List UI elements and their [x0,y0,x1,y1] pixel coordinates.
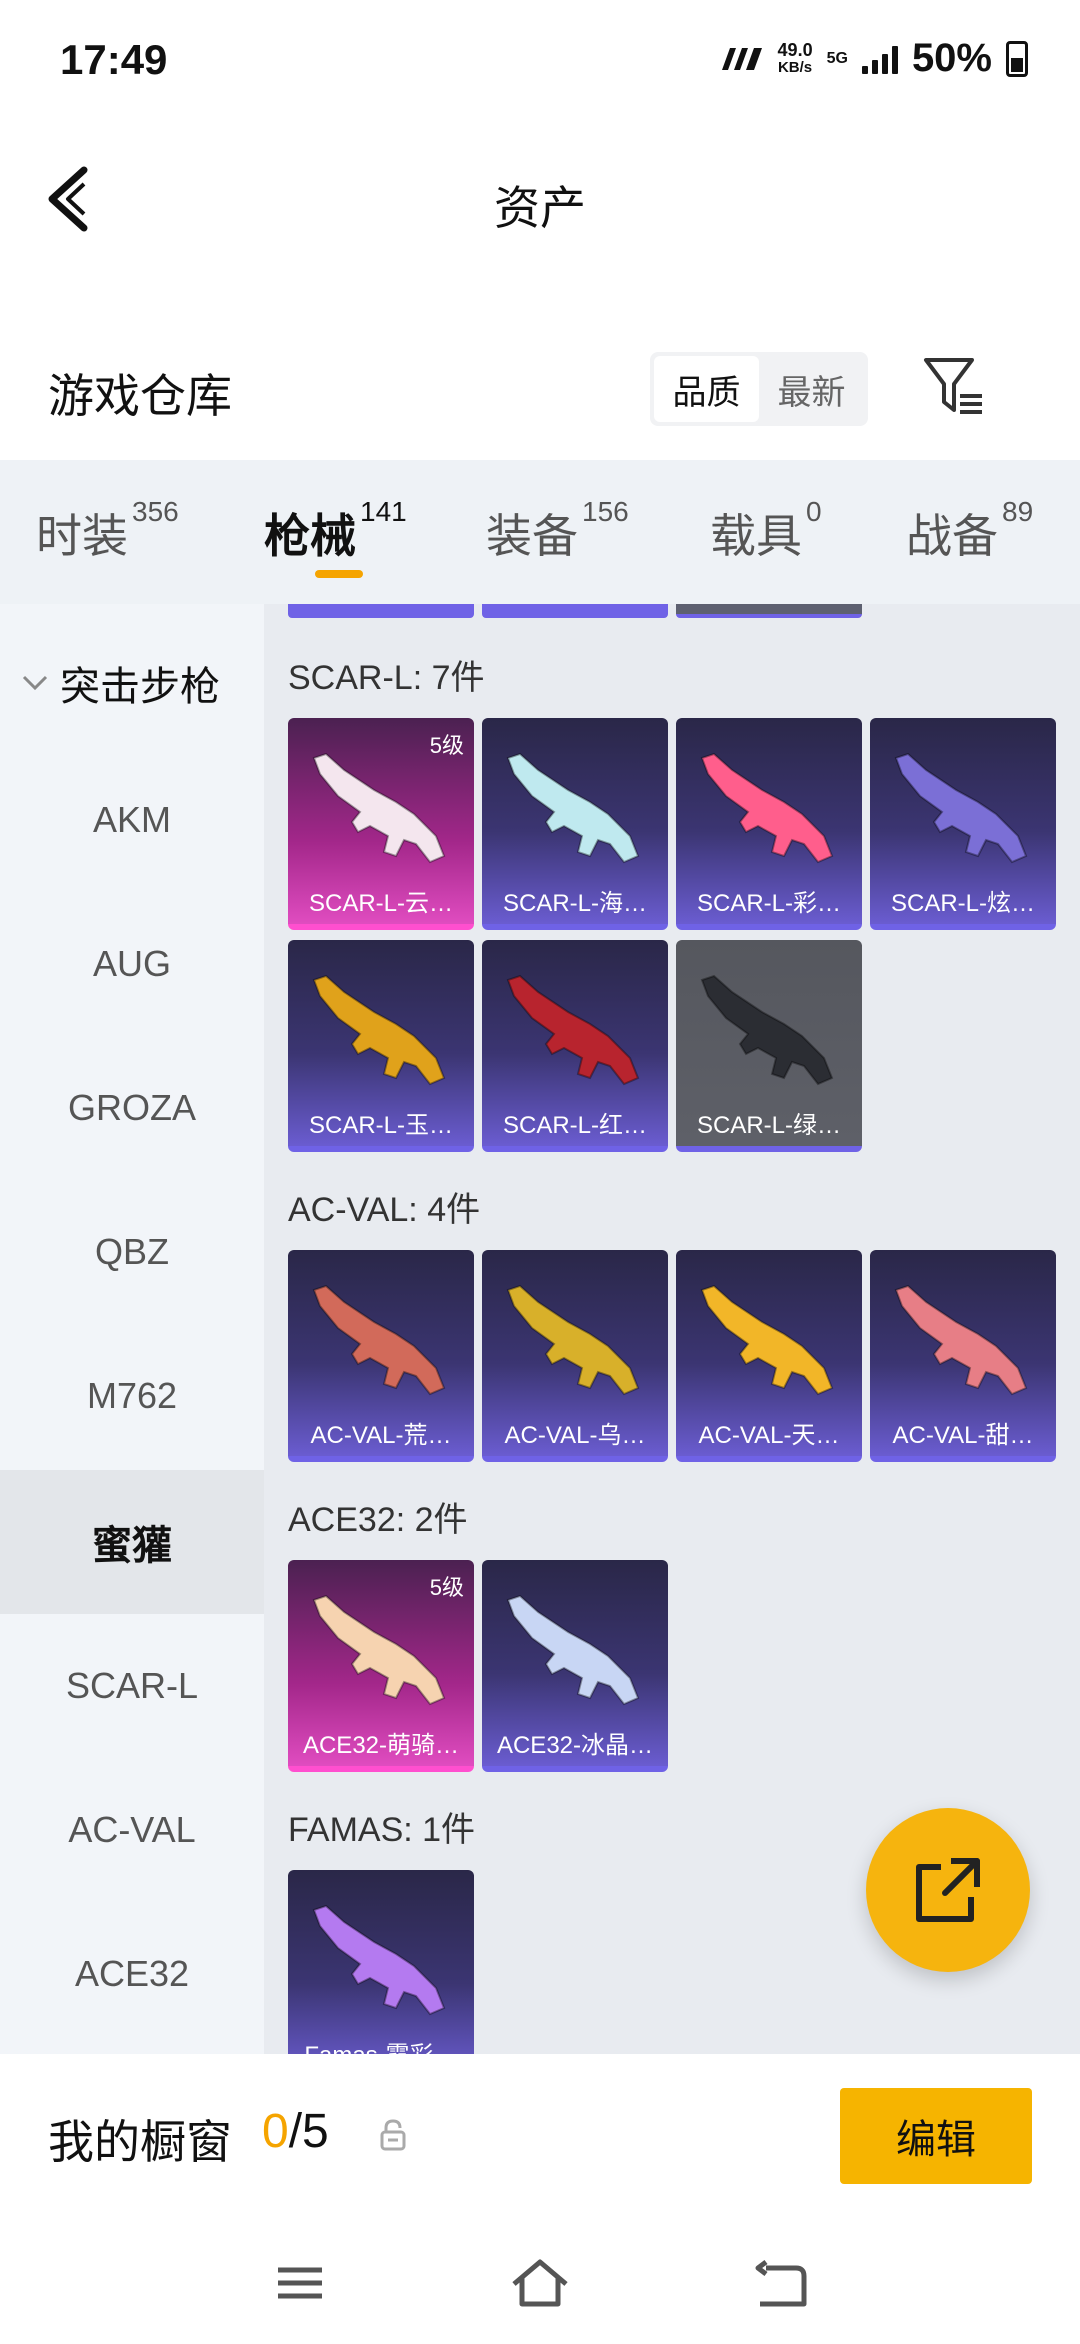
sort-newest-button[interactable]: 最新 [759,356,864,422]
weapon-name: Famas-霓彩… [288,2035,474,2054]
network-type: 5G [826,49,848,67]
weapon-image [312,1284,446,1396]
edit-button[interactable]: 编辑 [840,2088,1032,2184]
weapon-card[interactable]: SCAR-L-炫… [870,718,1056,930]
tab-vehicles[interactable]: 载具 0 [710,496,822,566]
weapon-image [312,1904,446,2016]
group-label-ace32: ACE32: 2件 [288,1501,468,1539]
back-icon[interactable] [750,2258,810,2308]
group-label-famas: FAMAS: 1件 [288,1811,476,1849]
weapon-image [700,1284,834,1396]
weapon-name: SCAR-L-云… [308,890,453,917]
weapon-image [700,974,834,1086]
weapon-card[interactable]: SCAR-L-彩… [676,718,862,930]
status-bar: 17:49 49.0 KB/s 5G 50% [0,0,1080,120]
weapon-card[interactable]: AC-VAL-荒… [288,1250,474,1462]
weapon-image [894,1284,1028,1396]
top-bar: 资产 [0,120,1080,276]
sidebar-item-groza[interactable]: GROZA [0,1036,264,1180]
system-nav-bar [0,2214,1080,2344]
lock-icon [380,2119,406,2151]
weapon-name: SCAR-L-彩… [696,890,841,917]
showcase-label: 我的橱窗 [48,2116,232,2168]
weapon-card[interactable]: AC-VAL-甜… [870,1250,1056,1462]
sidebar-item-honey-badger[interactable]: 蜜獾 [0,1470,264,1614]
weapon-card[interactable]: AC-VAL-乌… [482,1250,668,1462]
weapon-card[interactable]: SCAR-L-玉… [288,940,474,1152]
sort-segmented-control: 品质 最新 [650,352,868,426]
weapon-image [312,1594,446,1706]
sidebar-item-m762[interactable]: M762 [0,1324,264,1468]
weapon-card[interactable]: SCAR-L-绿… [676,940,862,1152]
sidebar-item-akm[interactable]: AKM [0,748,264,892]
sidebar-item-qbz[interactable]: QBZ [0,1180,264,1324]
sidebar-group-assault-rifles[interactable]: 突击步枪 [20,654,220,712]
sidebar-item-scar-l[interactable]: SCAR-L [0,1614,264,1758]
active-tab-indicator [315,570,363,578]
group-label-scar-l: SCAR-L: 7件 [288,659,485,697]
weapon-name: SCAR-L-绿… [696,1112,841,1139]
sort-quality-button[interactable]: 品质 [654,356,759,422]
weapon-card-partial[interactable] [482,604,668,618]
battery-percent: 50% [911,36,992,80]
weapon-card[interactable]: AC-VAL-天… [676,1250,862,1462]
weapon-name: AC-VAL-乌… [504,1422,646,1449]
level-badge: 5级 [429,1575,464,1600]
filter-icon[interactable] [920,352,990,422]
tab-supplies[interactable]: 战备 89 [906,496,1033,566]
weapon-card-partial[interactable] [676,604,862,618]
status-icons: 49.0 KB/s 5G 50% [720,36,1028,81]
weapon-image [312,752,446,864]
weapon-card[interactable]: ACE32-冰晶… [482,1560,668,1772]
weapon-name: SCAR-L-红… [502,1112,647,1139]
weapon-name: AC-VAL-甜… [892,1422,1034,1449]
weapon-sidebar: 突击步枪 AKM AUG GROZA QBZ M762 蜜獾 SCAR-L AC… [0,604,264,2054]
tab-firearms[interactable]: 枪械 141 [264,496,407,566]
category-tabs: 时装 356 枪械 141 装备 156 载具 0 战备 89 [0,460,1080,604]
my-showcase-bar: 我的橱窗 0/5 编辑 [0,2054,1080,2214]
weapon-name: SCAR-L-玉… [308,1112,453,1139]
sidebar-item-aug[interactable]: AUG [0,892,264,1036]
weapon-image [506,752,640,864]
sidebar-item-ace32[interactable]: ACE32 [0,1902,264,2046]
weapon-card[interactable]: 5级 SCAR-L-云… [288,718,474,930]
showcase-count: 0/5 [262,2105,329,2158]
weapon-card[interactable]: 5级 ACE32-萌骑… [288,1560,474,1772]
home-icon[interactable] [510,2258,570,2308]
chevron-down-icon [22,675,48,691]
clock: 17:49 [60,36,168,83]
weapon-image [700,752,834,864]
share-button[interactable] [866,1808,1030,1972]
lightning-logo-icon [721,47,762,70]
tab-equipment[interactable]: 装备 156 [486,496,629,566]
weapon-name: ACE32-冰晶… [496,1732,654,1759]
weapon-card[interactable]: SCAR-L-海… [482,718,668,930]
battery-icon [1006,40,1028,77]
group-label-ac-val: AC-VAL: 4件 [288,1191,481,1229]
weapon-card[interactable]: Famas-霓彩… [288,1870,474,2054]
level-badge: 5级 [429,733,464,758]
sidebar-item-ac-val[interactable]: AC-VAL [0,1758,264,1902]
weapon-name: SCAR-L-海… [502,890,647,917]
weapon-image [312,974,446,1086]
share-icon [916,1858,980,1922]
weapon-name: SCAR-L-炫… [890,890,1035,917]
weapon-image [894,752,1028,864]
weapon-name: ACE32-萌骑… [302,1732,460,1759]
weapon-card-partial[interactable] [288,604,474,618]
warehouse-title: 游戏仓库 [48,370,232,422]
signal-icon [861,44,898,74]
weapon-image [506,974,640,1086]
tab-fashion[interactable]: 时装 356 [36,496,179,566]
weapon-name: AC-VAL-荒… [310,1422,452,1449]
page-title: 资产 [494,182,586,234]
warehouse-header: 游戏仓库 品质 最新 [0,330,1080,450]
net-speed: 49.0 KB/s [777,39,813,76]
weapon-name: AC-VAL-天… [698,1422,840,1449]
weapon-card[interactable]: SCAR-L-红… [482,940,668,1152]
weapon-image [506,1284,640,1396]
menu-icon[interactable] [270,2258,330,2308]
weapon-image [506,1594,640,1706]
